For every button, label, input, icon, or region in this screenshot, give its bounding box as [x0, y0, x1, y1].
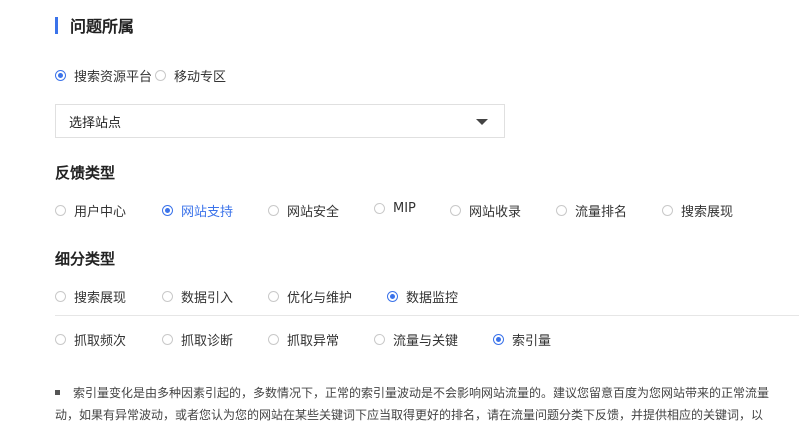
radio-unchecked-icon: [662, 205, 673, 216]
radio-unchecked-icon: [162, 334, 173, 345]
radio-feedback-search-display[interactable]: 搜索展现: [662, 201, 733, 220]
radio-checked-icon: [162, 205, 173, 216]
radio-sub-crawl-error[interactable]: 抓取异常: [268, 330, 339, 349]
radio-sub-data-monitoring[interactable]: 数据监控: [387, 287, 458, 306]
radio-unchecked-icon: [374, 203, 385, 214]
radio-sub-index-volume[interactable]: 索引量: [493, 330, 551, 349]
radio-feedback-site-security[interactable]: 网站安全: [268, 201, 339, 220]
site-select-value: 选择站点: [69, 115, 122, 131]
sub-type-heading: 细分类型: [55, 250, 116, 268]
radio-feedback-traffic-ranking[interactable]: 流量排名: [556, 201, 627, 220]
radio-sub-traffic-keywords[interactable]: 流量与关键: [374, 330, 458, 349]
radio-platform-mobile[interactable]: 移动专区: [155, 66, 226, 85]
radio-checked-icon: [387, 291, 398, 302]
radio-feedback-mip[interactable]: MIP: [374, 201, 416, 216]
bullet-icon: [55, 390, 60, 395]
radio-checked-icon: [55, 70, 66, 81]
radio-unchecked-icon: [162, 291, 173, 302]
radio-feedback-site-support[interactable]: 网站支持: [162, 201, 233, 220]
radio-unchecked-icon: [55, 205, 66, 216]
feedback-type-heading: 反馈类型: [55, 164, 116, 182]
radio-feedback-user-center[interactable]: 用户中心: [55, 201, 126, 220]
radio-feedback-site-indexing[interactable]: 网站收录: [450, 201, 521, 220]
caret-down-icon: [476, 119, 488, 125]
note-line-2: 动，如果有异常波动，或者您认为您的网站在某些关键词下应当取得更好的排名，请在流量…: [55, 408, 764, 422]
radio-sub-search-display[interactable]: 搜索展现: [55, 287, 126, 306]
radio-unchecked-icon: [55, 291, 66, 302]
radio-unchecked-icon: [268, 334, 279, 345]
radio-sub-crawl-frequency[interactable]: 抓取频次: [55, 330, 126, 349]
radio-unchecked-icon: [55, 334, 66, 345]
section-title: 问题所属: [55, 15, 135, 36]
radio-unchecked-icon: [556, 205, 567, 216]
radio-unchecked-icon: [155, 70, 166, 81]
divider: [55, 315, 799, 316]
radio-unchecked-icon: [450, 205, 461, 216]
radio-unchecked-icon: [268, 205, 279, 216]
radio-sub-data-import[interactable]: 数据引入: [162, 287, 233, 306]
section-title-text: 问题所属: [70, 17, 135, 36]
title-accent-bar: [55, 16, 58, 34]
radio-unchecked-icon: [268, 291, 279, 302]
radio-platform-search-resource[interactable]: 搜索资源平台: [55, 66, 152, 85]
radio-sub-crawl-diagnosis[interactable]: 抓取诊断: [162, 330, 233, 349]
site-select[interactable]: 选择站点: [55, 104, 505, 138]
radio-sub-optimization[interactable]: 优化与维护: [268, 287, 352, 306]
note-line-1: 索引量变化是由多种因素引起的，多数情况下，正常的索引量波动是不会影响网站流量的。…: [73, 386, 770, 400]
radio-unchecked-icon: [374, 334, 385, 345]
radio-checked-icon: [493, 334, 504, 345]
